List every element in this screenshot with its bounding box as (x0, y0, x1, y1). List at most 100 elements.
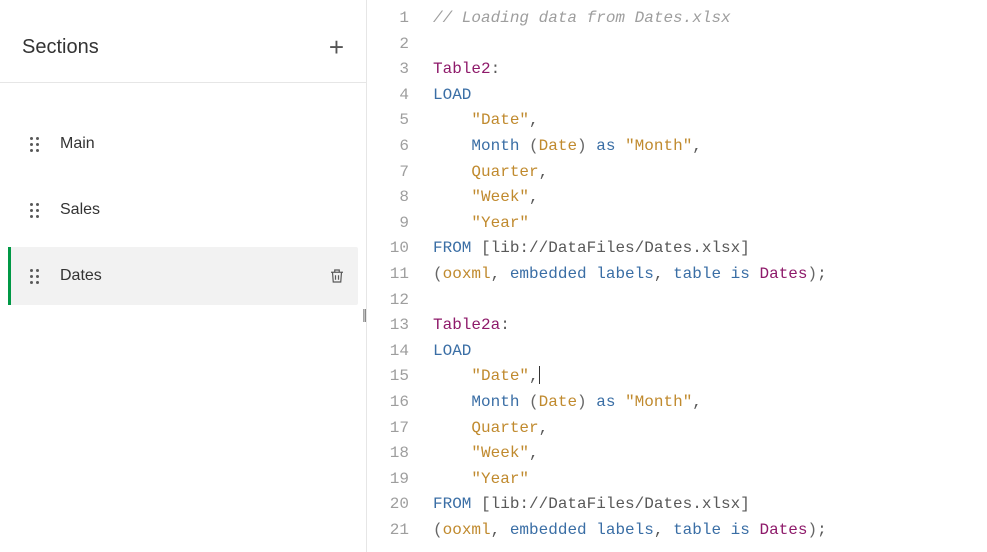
line-number: 12 (367, 288, 423, 314)
section-item-main[interactable]: Main (8, 115, 358, 173)
code-line[interactable]: LOAD (433, 83, 987, 109)
code-line[interactable]: Month (Date) as "Month", (433, 390, 987, 416)
code-line[interactable]: Month (Date) as "Month", (433, 134, 987, 160)
trash-icon (328, 266, 346, 286)
token-plain (433, 470, 471, 488)
line-number: 9 (367, 211, 423, 237)
line-number: 10 (367, 236, 423, 262)
token-id: Date (539, 137, 577, 155)
code-area[interactable]: // Loading data from Dates.xlsx Table2: L… (423, 2, 987, 552)
line-number: 3 (367, 57, 423, 83)
token-plain: , (529, 111, 539, 129)
token-plain (433, 111, 471, 129)
code-line[interactable]: (ooxml, embedded labels, table is Dates)… (433, 518, 987, 544)
section-item-label: Dates (60, 267, 328, 285)
sections-list: Main Sales Dates (0, 83, 366, 313)
code-line[interactable]: Table2a: (433, 313, 987, 339)
code-line[interactable]: FROM [lib://DataFiles/Dates.xlsx] (433, 492, 987, 518)
token-plain: : (500, 316, 510, 334)
sidebar-header: Sections + (0, 0, 366, 83)
token-plain (615, 137, 625, 155)
line-number: 6 (367, 134, 423, 160)
code-line[interactable] (433, 32, 987, 58)
token-paren: ( (433, 265, 443, 283)
token-keyword: table is (673, 521, 750, 539)
token-plain: : (491, 60, 501, 78)
add-section-button[interactable]: + (329, 34, 344, 60)
script-editor[interactable]: 123456789101112131415161718192021 // Loa… (367, 0, 987, 552)
line-number: 13 (367, 313, 423, 339)
token-plain (433, 137, 471, 155)
token-plain (519, 393, 529, 411)
code-line[interactable] (433, 288, 987, 314)
token-string: "Month" (625, 137, 692, 155)
code-line[interactable]: Quarter, (433, 160, 987, 186)
section-item-label: Main (60, 135, 346, 153)
section-item-label: Sales (60, 201, 346, 219)
drag-handle-icon[interactable] (26, 203, 42, 218)
code-line[interactable]: "Week", (433, 185, 987, 211)
token-paren: ( (433, 521, 443, 539)
token-keyword: FROM (433, 239, 471, 257)
code-line[interactable]: "Date", (433, 364, 987, 390)
token-plain (433, 188, 471, 206)
token-plain (433, 444, 471, 462)
token-label: Table2 (433, 60, 491, 78)
token-paren: ) (577, 137, 587, 155)
line-number: 5 (367, 108, 423, 134)
token-keyword: LOAD (433, 86, 471, 104)
section-item-sales[interactable]: Sales (8, 181, 358, 239)
token-plain: , (692, 137, 702, 155)
token-label: Dates (759, 265, 807, 283)
token-keyword: LOAD (433, 342, 471, 360)
pane-splitter-handle[interactable]: || (362, 306, 370, 326)
code-line[interactable]: Table2: (433, 57, 987, 83)
drag-handle-icon[interactable] (26, 137, 42, 152)
token-comment: // Loading data from Dates.xlsx (433, 9, 731, 27)
line-number-gutter: 123456789101112131415161718192021 (367, 2, 423, 552)
section-item-dates[interactable]: Dates (8, 247, 358, 305)
line-number: 16 (367, 390, 423, 416)
token-string: "Year" (471, 470, 529, 488)
code-line[interactable]: LOAD (433, 339, 987, 365)
token-as: as (596, 137, 615, 155)
code-line[interactable]: (ooxml, embedded labels, table is Dates)… (433, 262, 987, 288)
token-id: ooxml (443, 521, 491, 539)
token-bracket: [lib://DataFiles/Dates.xlsx] (481, 239, 750, 257)
token-plain (433, 419, 471, 437)
drag-handle-icon[interactable] (26, 269, 42, 284)
token-plain (433, 367, 471, 385)
token-as: as (596, 393, 615, 411)
line-number: 2 (367, 32, 423, 58)
token-paren: ( (529, 137, 539, 155)
code-line[interactable]: "Date", (433, 108, 987, 134)
token-plain: , (654, 265, 673, 283)
token-plain: , (529, 188, 539, 206)
token-keyword: FROM (433, 495, 471, 513)
token-plain (471, 495, 481, 513)
code-line[interactable]: "Year" (433, 211, 987, 237)
token-plain: , (539, 419, 549, 437)
line-number: 4 (367, 83, 423, 109)
token-string: "Date" (471, 367, 529, 385)
token-keyword: embedded labels (510, 265, 654, 283)
code-line[interactable]: FROM [lib://DataFiles/Dates.xlsx] (433, 236, 987, 262)
token-plain: ; (817, 265, 827, 283)
token-string: "Year" (471, 214, 529, 232)
token-id: Date (539, 393, 577, 411)
code-line[interactable]: Quarter, (433, 416, 987, 442)
delete-section-button[interactable] (328, 266, 346, 286)
code-line[interactable]: // Loading data from Dates.xlsx (433, 6, 987, 32)
token-plain (471, 239, 481, 257)
code-line[interactable]: "Year" (433, 467, 987, 493)
token-label: Dates (759, 521, 807, 539)
line-number: 20 (367, 492, 423, 518)
code-line[interactable]: "Week", (433, 441, 987, 467)
token-string: "Month" (625, 393, 692, 411)
token-plain: , (654, 521, 673, 539)
token-id: ooxml (443, 265, 491, 283)
token-string: "Week" (471, 444, 529, 462)
line-number: 15 (367, 364, 423, 390)
token-id: Quarter (471, 419, 538, 437)
token-plain (433, 393, 471, 411)
